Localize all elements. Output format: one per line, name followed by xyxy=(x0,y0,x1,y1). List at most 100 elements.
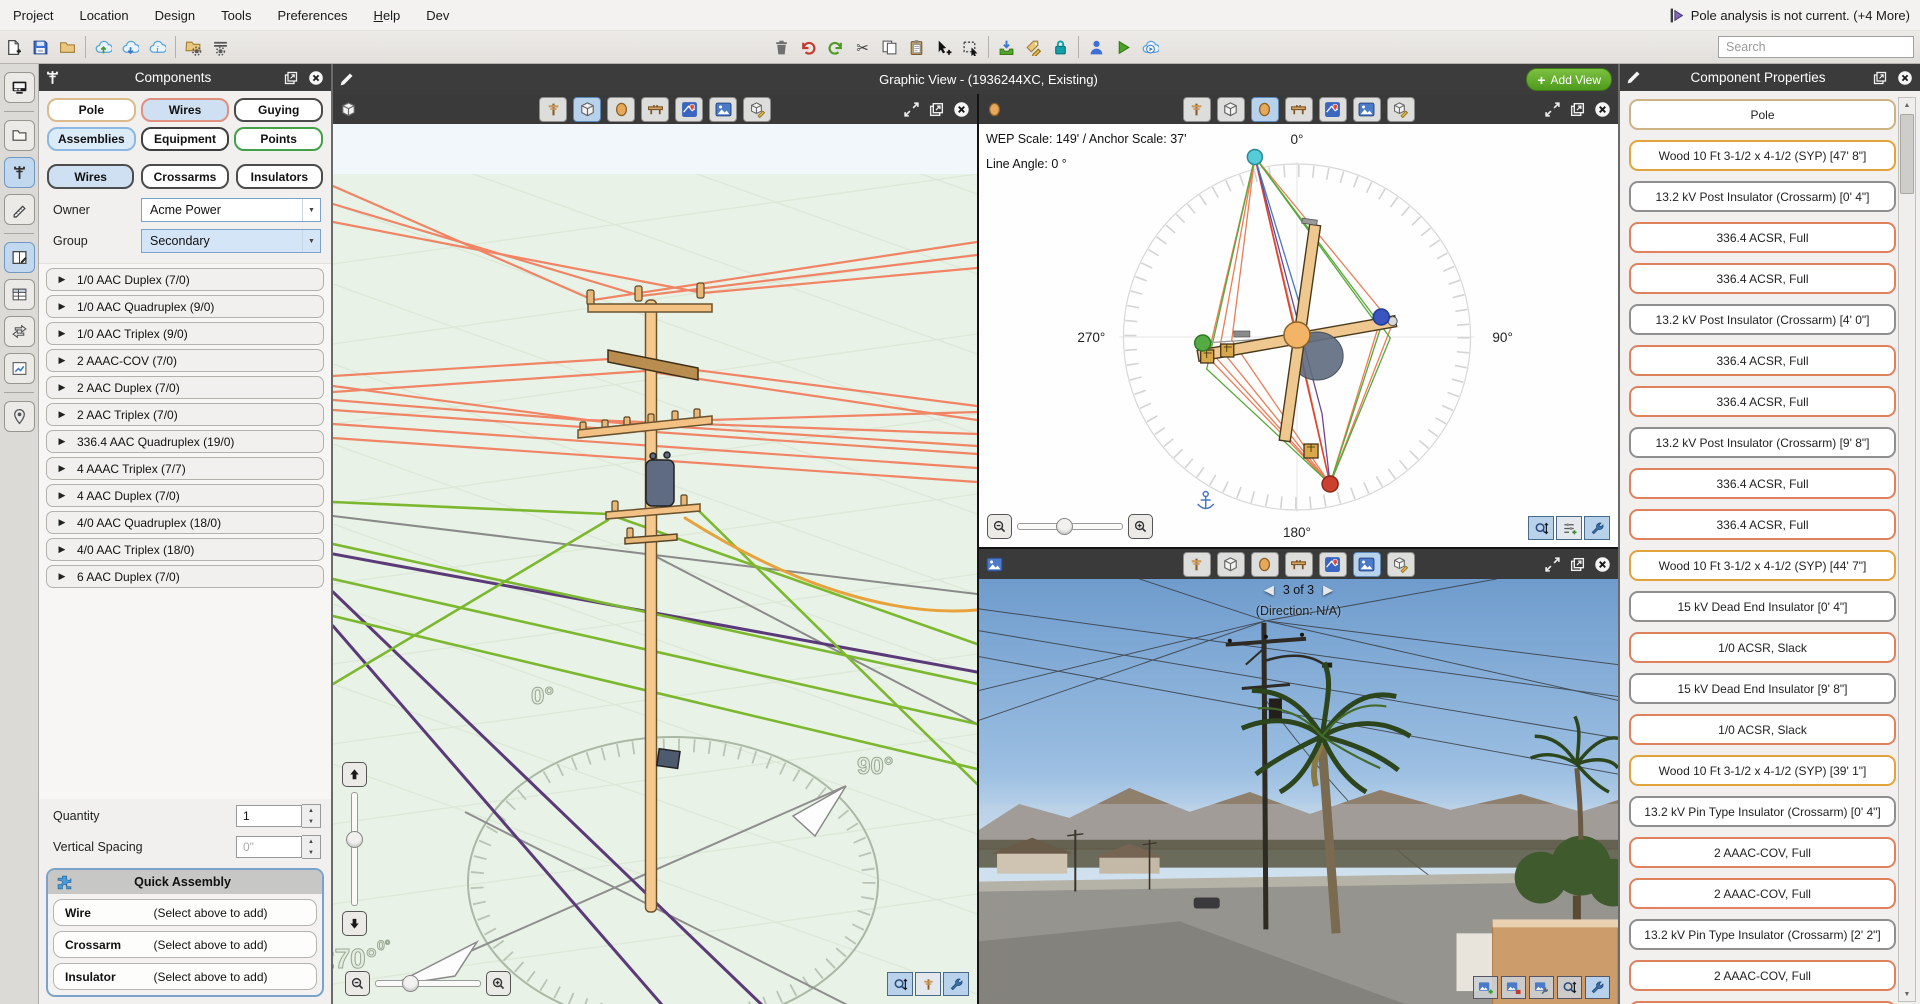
redo-button[interactable] xyxy=(822,34,849,60)
view-tool-cube-3d-button[interactable] xyxy=(573,97,601,122)
settings-plus-button[interactable] xyxy=(1556,516,1582,540)
save-button[interactable] xyxy=(27,34,54,60)
view-tool-sketch-view-button[interactable] xyxy=(1387,552,1415,577)
expand-triangle-icon[interactable]: ▶ xyxy=(47,436,77,447)
cloud-upload-button[interactable] xyxy=(90,34,117,60)
view-tool-geo-view-button[interactable] xyxy=(1319,97,1347,122)
popout-button[interactable] xyxy=(1568,100,1586,118)
zoom-fit-button[interactable] xyxy=(1557,976,1582,999)
expand-triangle-icon[interactable]: ▶ xyxy=(47,328,77,339)
subtab-wires[interactable]: Wires xyxy=(47,164,134,189)
zoom-fit-button[interactable] xyxy=(887,972,913,996)
component-item-wire[interactable]: 336.4 ACSR, Full xyxy=(1629,263,1896,294)
sidebar-location-pin-button[interactable] xyxy=(4,401,35,432)
menu-project[interactable]: Project xyxy=(0,8,66,23)
view-tool-birdseye-button[interactable] xyxy=(1251,552,1279,577)
menu-tools[interactable]: Tools xyxy=(208,8,264,23)
view-tool-pole-view-button[interactable] xyxy=(539,97,567,122)
scrollbar-thumb[interactable] xyxy=(1900,114,1914,194)
edit-tags-button[interactable] xyxy=(1020,34,1047,60)
open-folder-button[interactable] xyxy=(54,34,81,60)
close-button[interactable] xyxy=(952,100,970,118)
component-item-insulator[interactable]: 13.2 kV Post Insulator (Crossarm) [4' 0"… xyxy=(1629,304,1896,335)
sidebar-data-table-button[interactable] xyxy=(4,279,35,310)
component-item-wire[interactable]: 2 AAAC-COV, Full xyxy=(1629,960,1896,991)
wire-type-item[interactable]: ▶4 AAAC Triplex (7/7) xyxy=(46,457,324,480)
vertical-spacing-stepper[interactable]: ▲▼ xyxy=(302,835,321,859)
component-item-wire[interactable]: 2 AAAC-COV, Full xyxy=(1629,878,1896,909)
expand-triangle-icon[interactable]: ▶ xyxy=(47,490,77,501)
sidebar-pole-button[interactable] xyxy=(4,157,35,188)
view-tool-photo-view-button[interactable] xyxy=(709,97,737,122)
component-item-wood[interactable]: Wood 10 Ft 3-1/2 x 4-1/2 (SYP) [47' 8"] xyxy=(1629,140,1896,171)
component-item-insulator[interactable]: 13.2 kV Pin Type Insulator (Crossarm) [0… xyxy=(1629,796,1896,827)
vertical-spacing-input[interactable] xyxy=(236,836,302,858)
tab-points[interactable]: Points xyxy=(234,127,323,151)
expand-triangle-icon[interactable]: ▶ xyxy=(47,571,77,582)
sidebar-transfer-arrows-button[interactable] xyxy=(4,316,35,347)
wire-type-item[interactable]: ▶1/0 AAC Duplex (7/0) xyxy=(46,268,324,291)
add-cursor-button[interactable] xyxy=(930,34,957,60)
subtab-crossarms[interactable]: Crossarms xyxy=(141,164,228,189)
properties-scrollbar[interactable]: ▲ ▼ xyxy=(1898,97,1916,1002)
view-tool-photo-view-button[interactable] xyxy=(1353,97,1381,122)
photo-remove-button[interactable] xyxy=(1501,976,1526,999)
close-button[interactable] xyxy=(1593,555,1611,573)
zoom-out-button[interactable] xyxy=(345,971,370,996)
zoom-thumb[interactable] xyxy=(402,975,419,992)
close-button[interactable] xyxy=(1895,68,1915,88)
vertical-pan-slider[interactable] xyxy=(341,762,367,936)
wire-type-item[interactable]: ▶1/0 AAC Triplex (9/0) xyxy=(46,322,324,345)
component-item-wire[interactable]: 1/0 ACSR, Slack xyxy=(1629,714,1896,745)
delete-button[interactable] xyxy=(768,34,795,60)
expand-triangle-icon[interactable]: ▶ xyxy=(47,544,77,555)
expand-triangle-icon[interactable]: ▶ xyxy=(47,274,77,285)
component-item-wire[interactable]: 336.4 ACSR, Full xyxy=(1629,468,1896,499)
zoom-in-button[interactable] xyxy=(486,971,511,996)
view-tool-crossarm-view-button[interactable] xyxy=(1285,552,1313,577)
tab-equipment[interactable]: Equipment xyxy=(141,127,230,151)
menu-dev[interactable]: Dev xyxy=(413,8,462,23)
previous-photo-button[interactable]: ◀ xyxy=(1264,582,1274,598)
select-area-button[interactable] xyxy=(957,34,984,60)
view-tool-sketch-view-button[interactable] xyxy=(1387,97,1415,122)
wire-type-item[interactable]: ▶1/0 AAC Quadruplex (9/0) xyxy=(46,295,324,318)
scene-polar[interactable]: 0° 90° 180° 270° WEP Scale: 149' / Ancho… xyxy=(979,124,1618,547)
menu-help[interactable]: Help xyxy=(361,8,414,23)
folder-gear-button[interactable] xyxy=(180,34,207,60)
photo-wrench-button[interactable] xyxy=(1529,976,1554,999)
lock-button[interactable] xyxy=(1047,34,1074,60)
wire-type-item[interactable]: ▶336.4 AAC Quadruplex (19/0) xyxy=(46,430,324,453)
view-tool-pole-view-button[interactable] xyxy=(1183,97,1211,122)
wrench-button[interactable] xyxy=(1585,976,1610,999)
tab-pole[interactable]: Pole xyxy=(47,98,136,122)
sidebar-folder-button[interactable] xyxy=(4,120,35,151)
user-button[interactable] xyxy=(1083,34,1110,60)
subtab-insulators[interactable]: Insulators xyxy=(236,164,323,189)
group-dropdown[interactable]: Secondary ▼ xyxy=(141,229,321,253)
expand-view-button[interactable] xyxy=(1543,555,1561,573)
expand-triangle-icon[interactable]: ▶ xyxy=(47,463,77,474)
view-tool-sketch-view-button[interactable] xyxy=(743,97,771,122)
run-analysis-button[interactable] xyxy=(1110,34,1137,60)
view-tool-geo-view-button[interactable] xyxy=(1319,552,1347,577)
wire-type-item[interactable]: ▶4 AAC Duplex (7/0) xyxy=(46,484,324,507)
quick-assembly-insulator[interactable]: Insulator(Select above to add) xyxy=(53,963,317,990)
component-item-pole[interactable]: Pole xyxy=(1629,99,1896,130)
sidebar-monitor-button[interactable] xyxy=(4,72,35,103)
popout-button[interactable] xyxy=(1568,555,1586,573)
zoom-track[interactable] xyxy=(375,980,481,987)
wire-type-item[interactable]: ▶2 AAC Duplex (7/0) xyxy=(46,376,324,399)
scroll-up-button[interactable]: ▲ xyxy=(1899,98,1915,112)
close-button[interactable] xyxy=(1593,100,1611,118)
wire-type-item[interactable]: ▶2 AAAC-COV (7/0) xyxy=(46,349,324,372)
photo-add-button[interactable] xyxy=(1473,976,1498,999)
close-button[interactable] xyxy=(306,68,326,88)
expand-view-button[interactable] xyxy=(902,100,920,118)
layout-gear-button[interactable] xyxy=(207,34,234,60)
new-document-button[interactable] xyxy=(0,34,27,60)
sidebar-measure-pencil-button[interactable] xyxy=(4,194,35,225)
menu-design[interactable]: Design xyxy=(142,8,208,23)
tab-guying[interactable]: Guying xyxy=(234,98,323,122)
expand-triangle-icon[interactable]: ▶ xyxy=(47,301,77,312)
